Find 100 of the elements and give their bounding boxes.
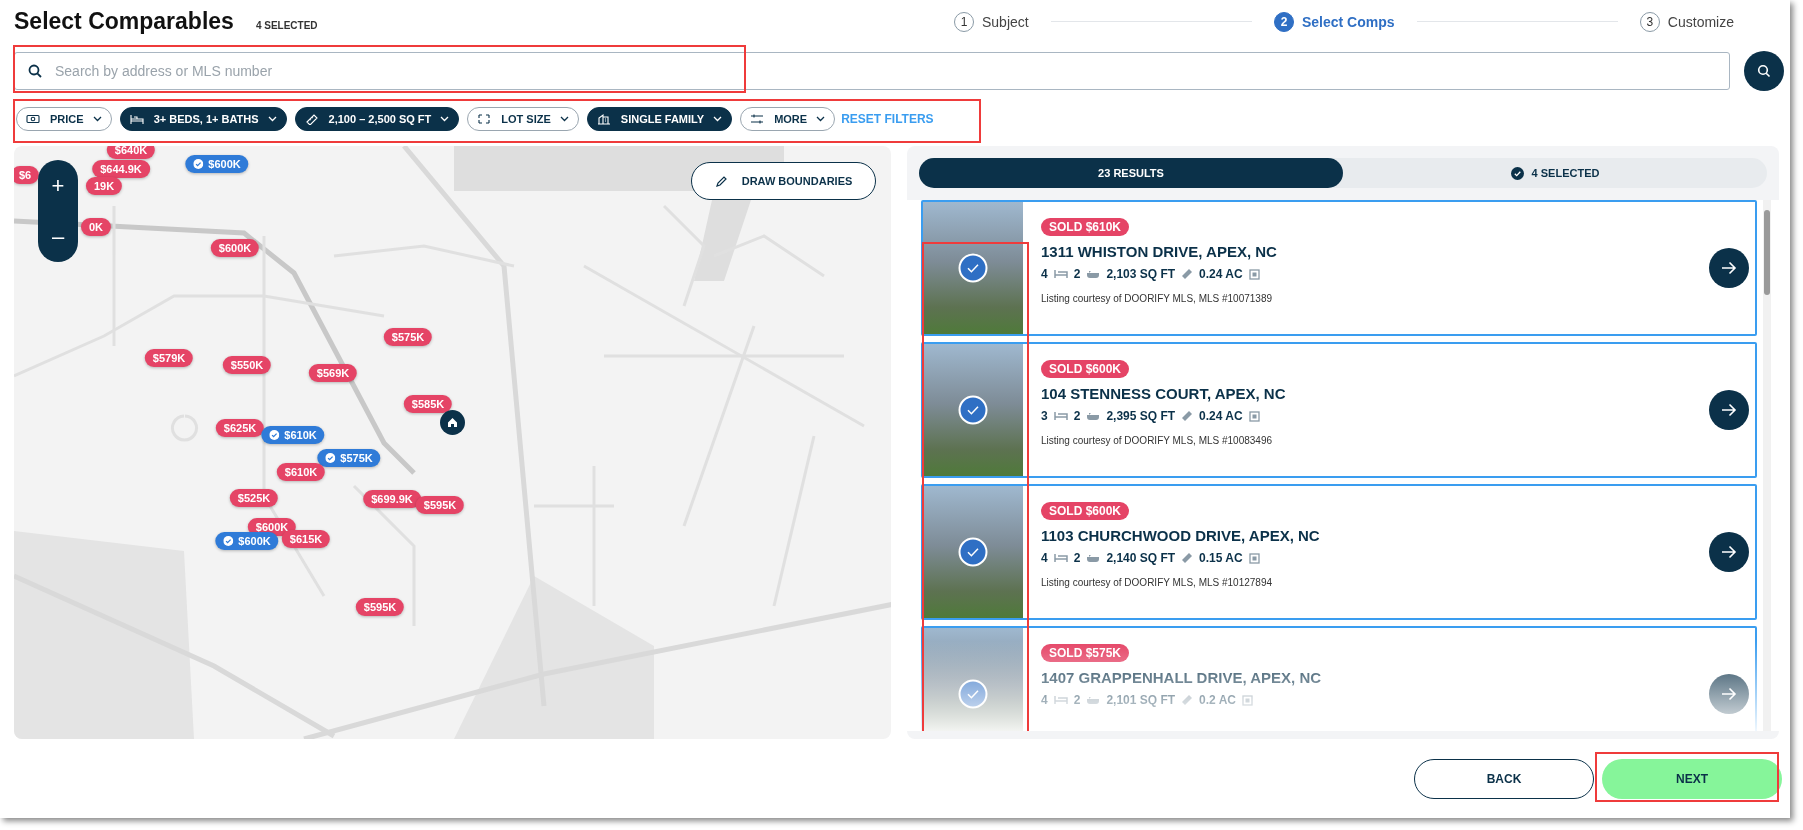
sold-price-badge: SOLD $610K [1041, 218, 1130, 237]
step-label[interactable]: Customize [1667, 13, 1734, 30]
caret-icon [713, 116, 723, 123]
draw-boundaries-button[interactable]: DRAW BOUNDARIES [691, 162, 876, 201]
filter-chip[interactable]: 3+ BEDS, 1+ BATHS [119, 107, 287, 132]
check-icon [269, 430, 280, 441]
step-label[interactable]: Subject [982, 13, 1029, 30]
price-pin[interactable]: $575K [383, 328, 433, 347]
zoom-out-button[interactable]: – [43, 221, 73, 252]
arrow-icon [1721, 403, 1737, 418]
check-circle-icon [1510, 166, 1524, 180]
search-icon [1757, 64, 1771, 79]
page-title: Select Comparables [14, 8, 234, 36]
bed-icon [1053, 553, 1068, 564]
listing-address: 1311 WHISTON DRIVE, APEX, NC [1041, 243, 1277, 261]
check-circle-icon [958, 537, 988, 568]
check-icon [325, 453, 336, 464]
ruler-icon [1181, 410, 1194, 423]
check-circle-icon [958, 679, 988, 710]
price-pin[interactable]: $585K [403, 395, 453, 414]
price-pin[interactable]: $550K [222, 356, 272, 375]
price-pin[interactable]: $615K [281, 530, 331, 549]
filter-chip[interactable]: 2,100 – 2,500 SQ FT [294, 107, 460, 132]
arrow-icon [1721, 687, 1737, 702]
listing-address: 104 STENNESS COURT, APEX, NC [1041, 385, 1286, 403]
open-listing-button[interactable] [1709, 532, 1749, 573]
step-label[interactable]: Select Comps [1302, 13, 1395, 30]
next-button[interactable]: NEXT [1602, 758, 1782, 799]
search-field[interactable]: Search by address or MLS number [14, 52, 1730, 91]
bathtub-icon [1086, 269, 1101, 280]
square-feet: 2,101 SQ FT [1106, 693, 1176, 708]
price-pin[interactable]: $579K [144, 349, 194, 368]
filter-chip[interactable]: PRICE [16, 107, 112, 132]
price-pin[interactable]: $569K [308, 364, 358, 383]
baths-count: 2 [1073, 693, 1081, 708]
sold-price-badge: SOLD $575K [1041, 644, 1130, 663]
scrollbar[interactable] [1763, 200, 1771, 732]
price-pin[interactable]: $525K [229, 489, 279, 508]
home-icon [447, 417, 458, 429]
bed-icon [1053, 269, 1068, 280]
beds-count: 3 [1041, 409, 1048, 424]
selected-count: 4 SELECTED [255, 20, 318, 32]
lot-icon [1242, 694, 1253, 706]
price-pin[interactable]: $610K [276, 463, 326, 482]
filter-chip[interactable]: LOT SIZE [467, 107, 579, 132]
lot-size: 0.15 AC [1199, 551, 1243, 566]
beds-count: 4 [1041, 551, 1048, 566]
results-tab[interactable]: 4 SELECTED [1343, 158, 1767, 189]
price-pin[interactable]: $600K [185, 155, 249, 174]
results-tab[interactable]: 23 RESULTS [919, 158, 1343, 189]
price-pin[interactable]: $6 [14, 166, 40, 185]
filter-chip[interactable]: MORE [740, 107, 836, 132]
listing-courtesy: Listing courtesy of DOORIFY MLS, MLS #10071389 [1041, 293, 1273, 305]
price-pin[interactable]: $625K [215, 419, 265, 438]
baths-count: 2 [1073, 551, 1081, 566]
price-pin[interactable]: $610K [261, 426, 325, 445]
price-pin[interactable]: $600K [215, 532, 279, 551]
price-pin[interactable]: $600K [210, 239, 260, 258]
step-number: 2 [1274, 11, 1294, 32]
arrow-icon [1721, 545, 1737, 560]
baths-count: 2 [1073, 267, 1081, 282]
lot-icon [1248, 268, 1260, 280]
square-feet: 2,103 SQ FT [1106, 267, 1176, 282]
caret-icon [440, 116, 450, 123]
bathtub-icon [1086, 553, 1101, 564]
zoom-in-button[interactable]: + [43, 170, 73, 201]
arrow-icon [1721, 261, 1737, 276]
ruler-icon [1181, 552, 1194, 565]
bed-icon [1053, 695, 1068, 706]
listing-card[interactable]: SOLD $610K 1311 WHISTON DRIVE, APEX, NC 4 2 2,103 SQ FT 0.24 AC Listing courtesy of DOORIFY MLS, MLS #10071389 [921, 200, 1757, 337]
open-listing-button[interactable] [1709, 248, 1749, 289]
listing-card[interactable]: SOLD $575K 1407 GRAPPENHALL DRIVE, APEX, NC 4 2 2,101 SQ FT 0.2 AC [921, 626, 1757, 732]
square-feet: 2,140 SQ FT [1106, 551, 1176, 566]
back-button[interactable]: BACK [1414, 758, 1594, 799]
filter-icon [26, 113, 40, 126]
price-pin[interactable]: $644.9K [92, 160, 150, 179]
filter-icon [750, 113, 765, 126]
sold-price-badge: SOLD $600K [1041, 502, 1130, 521]
price-pin[interactable]: $575K [317, 449, 381, 468]
check-icon [223, 536, 234, 547]
beds-count: 4 [1041, 693, 1048, 708]
listing-card[interactable]: SOLD $600K 104 STENNESS COURT, APEX, NC 3 2 2,395 SQ FT 0.24 AC Listing courtesy of DOORIFY MLS, MLS #10083496 [921, 342, 1757, 479]
check-icon [193, 159, 204, 170]
open-listing-button[interactable] [1709, 390, 1749, 431]
filter-icon [304, 113, 319, 126]
listing-card[interactable]: SOLD $600K 1103 CHURCHWOOD DRIVE, APEX, NC 4 2 2,140 SQ FT 0.15 AC Listing courtesy of DOORIFY MLS, MLS #10127894 [921, 484, 1757, 621]
filter-icon [129, 113, 144, 126]
filter-chip[interactable]: SINGLE FAMILY [586, 107, 733, 132]
price-pin[interactable]: $595K [355, 598, 405, 617]
price-pin[interactable]: $699.9K [363, 490, 421, 509]
filter-icon [477, 113, 492, 126]
price-pin[interactable]: $640K [106, 146, 156, 160]
price-pin[interactable]: $595K [415, 496, 465, 515]
lot-icon [1248, 552, 1260, 564]
reset-filters-link[interactable]: RESET FILTERS [841, 112, 934, 127]
pencil-icon [714, 174, 728, 188]
search-button[interactable] [1744, 51, 1784, 92]
search-icon [28, 64, 42, 79]
lot-size: 0.2 AC [1199, 693, 1236, 708]
check-circle-icon [958, 395, 988, 426]
